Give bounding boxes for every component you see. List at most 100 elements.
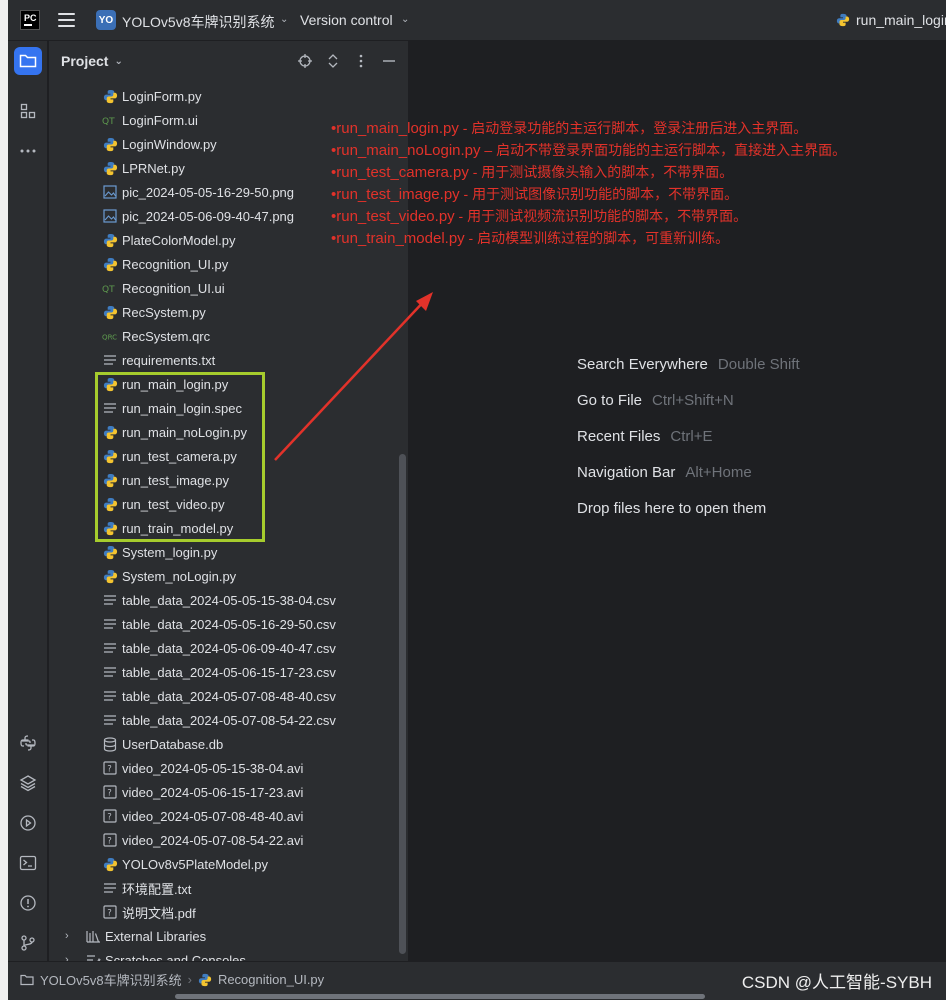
pycharm-logo-icon[interactable]: PC	[20, 10, 40, 30]
tree-item[interactable]: table_data_2024-05-07-08-48-40.csv	[49, 684, 399, 708]
panel-scrollbar[interactable]	[399, 454, 406, 954]
scratches-icon	[85, 952, 101, 961]
annotation-line: •run_main_login.py - 启动登录功能的主运行脚本，登录注册后进…	[331, 118, 807, 140]
terminal-button[interactable]	[14, 849, 42, 877]
tree-item[interactable]: YOLOv8v5PlateModel.py	[49, 852, 399, 876]
svg-text:?: ?	[107, 789, 112, 799]
editor-hint: Navigation Bar Alt+Home	[577, 464, 752, 486]
tree-item-label: Recognition_UI.ui	[122, 280, 225, 296]
hint-shortcut: Ctrl+Shift+N	[652, 392, 734, 409]
svg-text:?: ?	[107, 909, 112, 919]
run-config-label: run_main_login	[856, 12, 946, 28]
screen-edge	[0, 0, 8, 1000]
tree-item-label: video_2024-05-07-08-48-40.avi	[122, 808, 304, 824]
tree-item-label: table_data_2024-05-05-15-38-04.csv	[122, 592, 336, 608]
run-services-icon	[20, 815, 36, 831]
hint-shortcut: Ctrl+E	[670, 428, 713, 445]
tree-item[interactable]: table_data_2024-05-06-09-40-47.csv	[49, 636, 399, 660]
python-file-icon	[102, 232, 118, 248]
tree-item[interactable]: LoginForm.py	[49, 84, 399, 108]
project-name[interactable]: YOLOv5v8车牌识别系统	[122, 12, 274, 32]
tree-item[interactable]: ? video_2024-05-07-08-48-40.avi	[49, 804, 399, 828]
project-badge[interactable]: YO	[96, 10, 116, 30]
hide-panel-icon[interactable]	[381, 51, 397, 71]
project-tool-button[interactable]	[14, 47, 42, 75]
hint-action[interactable]: Go to File	[577, 392, 642, 409]
tool-window-strip	[8, 41, 48, 961]
python-file-icon	[102, 424, 118, 440]
structure-tool-button[interactable]	[14, 97, 42, 125]
tree-item[interactable]: UserDatabase.db	[49, 732, 399, 756]
project-panel-header: Project ⌄	[49, 41, 408, 81]
tree-item[interactable]: System_noLogin.py	[49, 564, 399, 588]
tree-group[interactable]: › External Libraries	[49, 924, 399, 948]
chevron-right-icon[interactable]: ›	[65, 954, 77, 961]
tree-item[interactable]: table_data_2024-05-06-15-17-23.csv	[49, 660, 399, 684]
tree-item[interactable]: table_data_2024-05-05-16-29-50.csv	[49, 612, 399, 636]
svg-text:?: ?	[107, 765, 112, 775]
tree-item[interactable]: System_login.py	[49, 540, 399, 564]
version-control-menu[interactable]: Version control	[300, 12, 393, 28]
hint-shortcut: Double Shift	[717, 356, 800, 373]
python-file-icon	[102, 472, 118, 488]
chevron-right-icon[interactable]: ›	[65, 930, 77, 942]
run-config-selector[interactable]: run_main_login	[836, 12, 946, 28]
annotation-filename: •run_test_image.py	[331, 186, 460, 203]
python-file-icon	[102, 304, 118, 320]
tree-item[interactable]: ? video_2024-05-07-08-54-22.avi	[49, 828, 399, 852]
tree-item-label: 环境配置.txt	[122, 881, 192, 897]
annotation-filename: •run_train_model.py	[331, 230, 465, 247]
unknown-file-icon: ?	[102, 760, 118, 776]
tree-item[interactable]: 环境配置.txt	[49, 876, 399, 900]
chevron-down-icon[interactable]: ⌄	[401, 14, 409, 25]
breadcrumb-file[interactable]: Recognition_UI.py	[218, 972, 324, 987]
tree-item[interactable]: run_train_model.py	[49, 516, 399, 540]
annotation-description: - 用于测试摄像头输入的脚本，不带界面。	[468, 164, 734, 180]
annotation-description: - 启动模型训练过程的脚本，可重新训练。	[464, 230, 730, 246]
text-file-icon	[102, 592, 118, 608]
python-file-icon	[836, 13, 850, 27]
tree-item[interactable]: table_data_2024-05-05-15-38-04.csv	[49, 588, 399, 612]
main-menu-icon[interactable]	[58, 13, 75, 27]
services-button[interactable]	[14, 809, 42, 837]
tree-item-label: UserDatabase.db	[122, 736, 224, 752]
hint-action[interactable]: Navigation Bar	[577, 464, 675, 481]
hint-action[interactable]: Search Everywhere	[577, 356, 708, 373]
hint-action[interactable]: Recent Files	[577, 428, 660, 445]
tree-item-label: run_train_model.py	[122, 520, 234, 536]
tree-item-label: video_2024-05-05-15-38-04.avi	[122, 760, 304, 776]
python-packages-button[interactable]	[14, 769, 42, 797]
tree-group[interactable]: › Scratches and Consoles	[49, 948, 399, 961]
tree-item-label: table_data_2024-05-06-15-17-23.csv	[122, 664, 336, 680]
horizontal-scrollbar[interactable]	[8, 993, 946, 1000]
breadcrumb-project[interactable]: YOLOv5v8车牌识别系统	[40, 970, 182, 989]
problems-button[interactable]	[14, 889, 42, 917]
tree-item-label: PlateColorModel.py	[122, 232, 236, 248]
more-tools-button[interactable]	[14, 137, 42, 165]
tree-item[interactable]: ? 说明文档.pdf	[49, 900, 399, 924]
editor-hint: Recent Files Ctrl+E	[577, 428, 712, 450]
python-console-button[interactable]	[14, 729, 42, 757]
qrc-file-icon: QRC	[102, 328, 118, 344]
tree-item[interactable]: table_data_2024-05-07-08-54-22.csv	[49, 708, 399, 732]
locate-file-icon[interactable]	[297, 51, 313, 71]
tree-item[interactable]: ? video_2024-05-05-15-38-04.avi	[49, 756, 399, 780]
tree-item-label: run_main_noLogin.py	[122, 424, 248, 440]
tree-item[interactable]: run_test_video.py	[49, 492, 399, 516]
tree-item-label: table_data_2024-05-07-08-48-40.csv	[122, 688, 336, 704]
hint-action[interactable]: Drop files here to open them	[577, 500, 766, 517]
tree-item[interactable]: run_test_image.py	[49, 468, 399, 492]
options-vertical-icon[interactable]	[353, 51, 369, 71]
tree-item-label: pic_2024-05-05-16-29-50.png	[122, 184, 295, 200]
tree-item-label: System_noLogin.py	[122, 568, 237, 584]
tree-item[interactable]: Recognition_UI.py	[49, 252, 399, 276]
git-button[interactable]	[14, 929, 42, 957]
unknown-file-icon: ?	[102, 832, 118, 848]
project-view-selector[interactable]: Project ⌄	[61, 53, 123, 69]
tree-item[interactable]: ? video_2024-05-06-15-17-23.avi	[49, 780, 399, 804]
tree-item-label: run_test_camera.py	[122, 448, 237, 464]
horizontal-scrollbar-thumb[interactable]	[175, 994, 705, 999]
tree-item-label: LoginForm.py	[122, 88, 202, 104]
expand-collapse-icon[interactable]	[325, 51, 341, 71]
chevron-down-icon[interactable]: ⌄	[280, 14, 288, 25]
